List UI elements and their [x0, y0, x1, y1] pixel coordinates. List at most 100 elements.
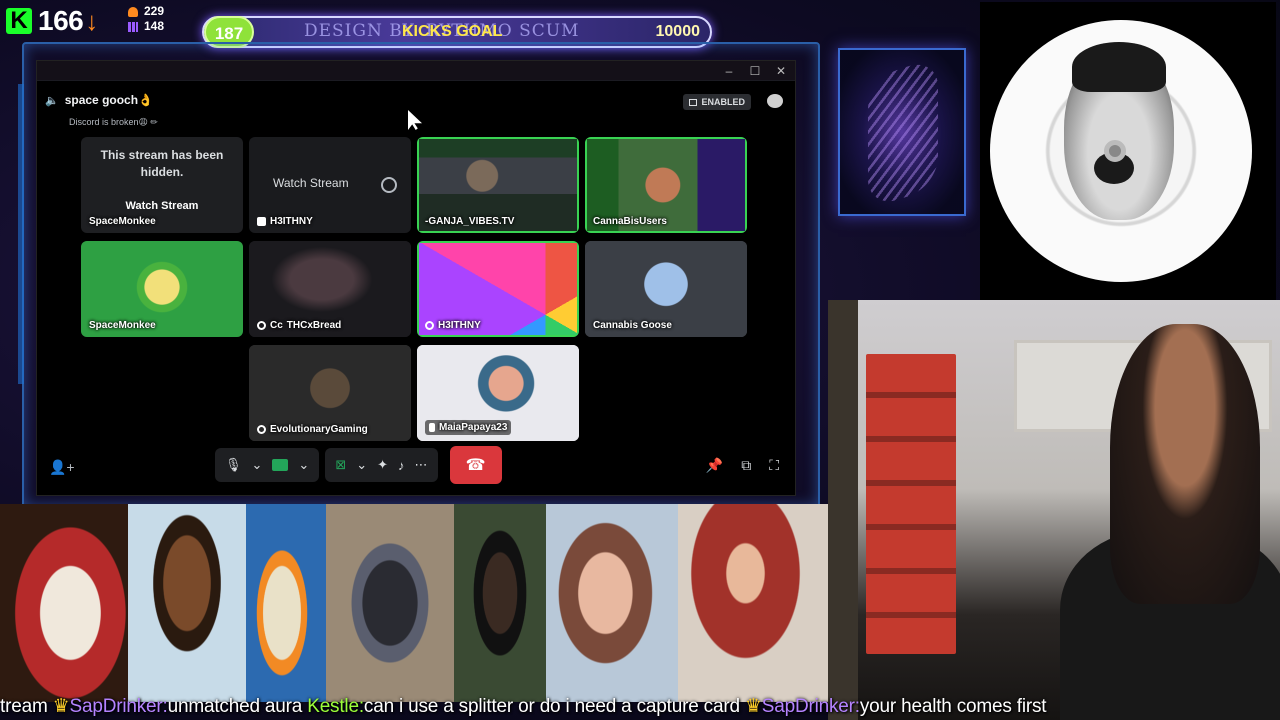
stream-tile[interactable]: This stream has been hidden. Watch Strea… — [81, 137, 243, 233]
kick-counter: K 166 ↓ — [6, 4, 98, 38]
more-icon[interactable]: ⋯ — [415, 457, 428, 473]
tile-username: SpaceMonkee — [89, 320, 156, 331]
tile-username-wrap: EvolutionaryGaming — [257, 424, 368, 435]
tile-username: H3ITHNY — [270, 216, 313, 227]
character-duck — [246, 504, 326, 702]
activities-icon[interactable]: ✦ — [377, 457, 388, 473]
watch-stream-button[interactable]: Watch Stream — [273, 176, 349, 190]
user-tile[interactable]: EvolutionaryGaming — [249, 345, 411, 441]
viewer-stats: 229 148 — [128, 4, 198, 34]
goal-label: KICKS GOAL — [402, 23, 503, 40]
person-icon — [128, 6, 138, 17]
webcam-feed — [828, 300, 1280, 720]
tile-username-wrap: MaiaPapaya23 — [425, 420, 512, 435]
record-hole — [1104, 140, 1126, 162]
chat-message: your health comes first — [859, 696, 1047, 717]
chat-ticker: tream ♛SapDrinker:unmatched aura Kestle:… — [0, 694, 1280, 720]
chat-message: unmatched aura — [167, 696, 308, 717]
character-monkey — [326, 504, 454, 702]
character-woman — [546, 504, 678, 702]
muted-icon — [257, 425, 266, 434]
tile-username: EvolutionaryGaming — [270, 424, 368, 435]
mic-control[interactable]: 🎙 ⌄ ⌄ — [215, 448, 320, 482]
crown-icon: ♛ — [744, 696, 762, 717]
tile-username: -GANJA_VIBES.TV — [425, 216, 515, 227]
window-actions: 📌 ⧉ ⛶ — [706, 457, 779, 474]
pin-icon[interactable]: 📌 — [706, 457, 723, 474]
chevron-down-icon[interactable]: ⌄ — [356, 457, 367, 473]
soundboard-icon[interactable]: ♪ — [398, 458, 405, 473]
webcam-person — [1110, 324, 1260, 604]
microphone-icon[interactable]: 🎙 — [225, 457, 242, 473]
tile-prefix: Cc — [270, 320, 283, 331]
watch-stream-button[interactable]: Watch Stream — [117, 195, 207, 217]
hangup-icon: ☎ — [465, 457, 486, 474]
chat-bubble-icon[interactable] — [767, 94, 783, 108]
stream-tile[interactable]: CannaBisUsers — [585, 137, 747, 233]
add-person-icon[interactable]: 👤+ — [49, 459, 75, 476]
maximize-button[interactable]: ☐ — [749, 64, 761, 78]
hidden-line-1: This stream has been — [100, 148, 224, 162]
close-button[interactable]: ✕ — [775, 64, 787, 78]
tile-username: CannaBisUsers — [593, 216, 667, 227]
window-titlebar: – ☐ ✕ — [37, 61, 795, 81]
album-art — [980, 2, 1276, 300]
user-tile[interactable]: Cannabis Goose — [585, 241, 747, 337]
screen-share-icon[interactable]: ⊠ — [335, 457, 346, 473]
speaker-icon: 🔈 — [45, 94, 59, 107]
goal-target: 10000 — [655, 23, 701, 40]
stream-tile[interactable]: Cc THCxBread — [249, 241, 411, 337]
ticker-lead: tream — [0, 696, 53, 717]
character-samurai — [678, 504, 828, 702]
tile-username: SpaceMonkee — [89, 216, 156, 227]
dna-art — [868, 56, 938, 210]
screen-icon — [689, 98, 698, 106]
share-control[interactable]: ⊠ ⌄ ✦ ♪ ⋯ — [325, 448, 438, 482]
stream-tile[interactable]: -GANJA_VIBES.TV — [417, 137, 579, 233]
muted-icon — [425, 321, 434, 330]
tile-username-wrap: H3ITHNY — [425, 320, 481, 331]
call-controls: 🎙 ⌄ ⌄ ⊠ ⌄ ✦ ♪ ⋯ ☎ — [215, 446, 502, 484]
end-call-button[interactable]: ☎ — [449, 446, 502, 484]
channel-status: Discord is broken😩 ✏ — [69, 117, 158, 127]
hidden-line-2: hidden. — [140, 165, 184, 179]
popout-icon[interactable]: ⧉ — [741, 457, 751, 474]
chevron-down-icon[interactable]: ⌄ — [252, 457, 263, 473]
channel-name: space gooch👌 — [64, 93, 153, 107]
camera-icon[interactable] — [272, 459, 289, 471]
character-portrait — [128, 504, 246, 702]
tile-username: Cannabis Goose — [593, 320, 672, 331]
chat-message: can i use a splitter or do i need a capt… — [363, 696, 745, 717]
chevron-down-icon[interactable]: ⌄ — [298, 457, 309, 473]
screen-share-icon — [257, 217, 266, 226]
tile-username-wrap: H3ITHNY — [257, 216, 313, 227]
popout-icon[interactable] — [381, 177, 397, 193]
minimize-button[interactable]: – — [723, 64, 735, 78]
user-tile[interactable]: SpaceMonkee — [81, 241, 243, 337]
user-tile[interactable]: MaiaPapaya23 — [417, 345, 579, 441]
tile-username: MaiaPapaya23 — [439, 422, 508, 433]
stream-tile[interactable]: Watch Stream H3ITHNY — [249, 137, 411, 233]
enabled-label: ENABLED — [701, 97, 745, 107]
kick-logo-icon: K — [6, 8, 32, 34]
chat-user: Kestle: — [307, 696, 364, 717]
hidden-stream-message: This stream has been hidden. — [81, 147, 243, 181]
voice-channel-header: 🔈 space gooch👌 — [45, 93, 153, 107]
down-arrow-icon: ↓ — [85, 5, 99, 36]
fullscreen-icon[interactable]: ⛶ — [769, 457, 779, 474]
character-strip — [0, 504, 828, 702]
character-king-weedy — [454, 504, 546, 702]
webcam-door — [828, 300, 858, 720]
stream-tile[interactable]: H3ITHNY — [417, 241, 579, 337]
album-hair — [1072, 42, 1166, 92]
discord-window: – ☐ ✕ 🔈 space gooch👌 Discord is broken😩 … — [36, 60, 796, 496]
chat-user: SapDrinker: — [69, 696, 168, 717]
enabled-badge[interactable]: ENABLED — [683, 94, 751, 110]
bars-icon — [128, 21, 138, 32]
crown-icon: ♛ — [52, 696, 70, 717]
muted-icon — [257, 321, 266, 330]
kick-count: 166 — [38, 5, 84, 36]
tile-username: H3ITHNY — [438, 320, 481, 331]
chat-user: SapDrinker: — [761, 696, 860, 717]
tile-username-wrap: Cc THCxBread — [257, 320, 341, 331]
